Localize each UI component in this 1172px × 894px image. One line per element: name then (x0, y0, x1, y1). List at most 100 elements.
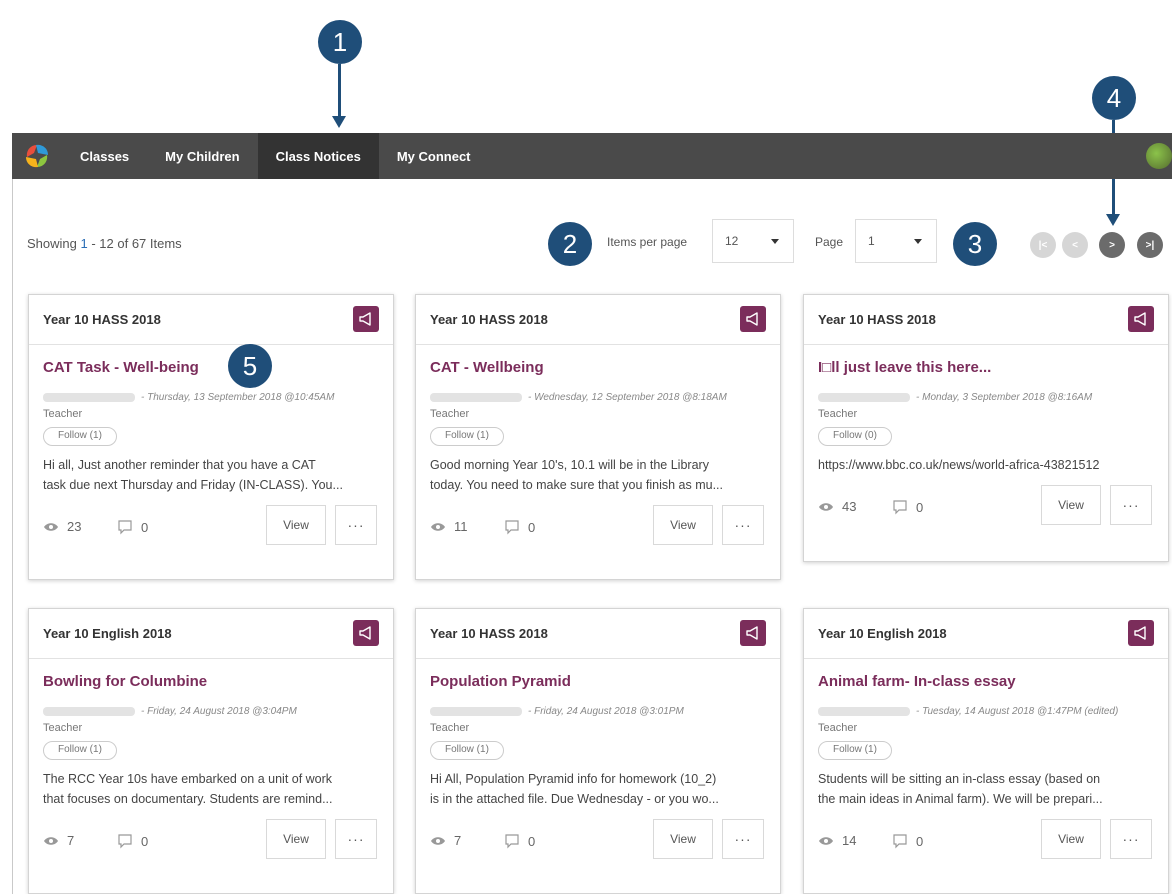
view-count-value: 7 (67, 833, 75, 848)
notice-excerpt: The RCC Year 10s have embarked on a unit… (43, 769, 379, 809)
card-footer: 23 0 View ··· (29, 495, 393, 555)
excerpt-line-2: today. You need to make sure that you fi… (430, 478, 724, 492)
author-name-redacted (818, 706, 910, 716)
card-class-name: Year 10 HASS 2018 (430, 626, 548, 641)
excerpt-line-1: Hi all, Just another reminder that you h… (43, 458, 316, 472)
card-body: I□ll just leave this here... - Monday, 3… (804, 345, 1168, 475)
notice-meta: - Tuesday, 14 August 2018 @1:47PM (edite… (818, 704, 1154, 718)
excerpt-line-1: https://www.bbc.co.uk/news/world-africa-… (818, 458, 1100, 472)
view-count: 43 (818, 499, 856, 514)
notice-title-link[interactable]: Population Pyramid (430, 673, 766, 695)
follow-button[interactable]: Follow (1) (818, 741, 892, 760)
notice-title-link[interactable]: CAT Task - Well-being (43, 359, 379, 381)
comment-count: 0 (117, 833, 148, 849)
eye-icon (431, 522, 445, 531)
nav-my-children[interactable]: My Children (147, 133, 257, 179)
comment-count-value: 0 (141, 519, 149, 535)
author-name-redacted (430, 706, 522, 716)
range-start: 1 (80, 236, 88, 251)
comment-count-value: 0 (916, 833, 924, 849)
notice-card: Year 10 HASS 2018 CAT Task - Well-being … (28, 294, 394, 580)
eye-icon (819, 836, 833, 845)
view-button[interactable]: View (653, 505, 713, 545)
chevron-down-icon (914, 239, 922, 244)
nav-my-connect[interactable]: My Connect (379, 133, 489, 179)
view-button[interactable]: View (1041, 819, 1101, 859)
notice-title-link[interactable]: I□ll just leave this here... (818, 359, 1154, 381)
author-role: Teacher (43, 408, 83, 420)
view-button[interactable]: View (653, 819, 713, 859)
page-label: Page (815, 235, 844, 249)
card-class-name: Year 10 English 2018 (818, 626, 947, 641)
view-button[interactable]: View (266, 819, 326, 859)
card-class-name: Year 10 English 2018 (43, 626, 172, 641)
range-end: 12 (99, 236, 114, 251)
notice-date: - Friday, 24 August 2018 @3:01PM (528, 705, 684, 717)
excerpt-line-1: The RCC Year 10s have embarked on a unit… (43, 772, 333, 786)
notice-meta: - Friday, 24 August 2018 @3:01PM (430, 704, 766, 718)
screen: 1 4 Classes My Children Class Notices My… (0, 0, 1172, 894)
next-page-button[interactable]: > (1099, 232, 1125, 258)
item-count-summary: Showing 1 - 12 of 67 Items (27, 236, 182, 251)
comment-icon (893, 834, 907, 849)
more-options-button[interactable]: ··· (722, 819, 764, 859)
notice-title-link[interactable]: CAT - Wellbeing (430, 359, 766, 381)
notice-title-link[interactable]: Bowling for Columbine (43, 673, 379, 695)
page-value: 1 (868, 234, 875, 248)
more-options-button[interactable]: ··· (335, 505, 377, 545)
follow-button[interactable]: Follow (1) (430, 741, 504, 760)
megaphone-icon (1128, 620, 1154, 646)
comment-count-value: 0 (528, 833, 536, 849)
author-role: Teacher (818, 408, 858, 420)
comment-icon (505, 520, 519, 535)
nav-class-notices[interactable]: Class Notices (257, 133, 379, 179)
excerpt-line-1: Hi All, Population Pyramid info for home… (430, 772, 717, 786)
eye-icon (819, 502, 833, 511)
more-options-button[interactable]: ··· (335, 819, 377, 859)
notice-date: - Friday, 24 August 2018 @3:04PM (141, 705, 297, 717)
view-button[interactable]: View (266, 505, 326, 545)
comment-icon (118, 520, 132, 535)
app-logo-icon[interactable] (12, 133, 62, 179)
card-footer: 11 0 View ··· (416, 495, 780, 555)
card-body: Bowling for Columbine - Friday, 24 Augus… (29, 659, 393, 809)
more-options-button[interactable]: ··· (722, 505, 764, 545)
more-options-button[interactable]: ··· (1110, 819, 1152, 859)
author-name-redacted (430, 392, 522, 402)
notice-title-link[interactable]: Animal farm- In-class essay (818, 673, 1154, 695)
notice-excerpt: Hi all, Just another reminder that you h… (43, 455, 379, 495)
first-page-button[interactable]: |< (1030, 232, 1056, 258)
more-options-button[interactable]: ··· (1110, 485, 1152, 525)
view-count-value: 43 (842, 499, 857, 514)
follow-button[interactable]: Follow (1) (430, 427, 504, 446)
megaphone-icon (353, 620, 379, 646)
nav-classes[interactable]: Classes (62, 133, 147, 179)
view-button[interactable]: View (1041, 485, 1101, 525)
comment-icon (505, 834, 519, 849)
user-avatar[interactable] (1146, 143, 1172, 169)
follow-button[interactable]: Follow (1) (43, 741, 117, 760)
follow-button[interactable]: Follow (0) (818, 427, 892, 446)
notice-meta: - Friday, 24 August 2018 @3:04PM (43, 704, 379, 718)
page-select[interactable]: 1 (855, 219, 937, 263)
notice-card: Year 10 HASS 2018 Population Pyramid - F… (415, 608, 781, 894)
comment-count: 0 (504, 833, 535, 849)
notice-date: - Tuesday, 14 August 2018 @1:47PM (edite… (916, 705, 1119, 717)
items-per-page-label: Items per page (607, 235, 688, 249)
last-page-button[interactable]: >| (1137, 232, 1163, 258)
items-per-page-select[interactable]: 12 (712, 219, 794, 263)
view-count: 23 (43, 519, 81, 534)
author-name-redacted (43, 392, 135, 402)
comment-count-value: 0 (916, 499, 924, 515)
follow-button[interactable]: Follow (1) (43, 427, 117, 446)
card-footer: 7 0 View ··· (29, 809, 393, 869)
megaphone-icon (1128, 306, 1154, 332)
eye-icon (431, 836, 445, 845)
view-count-value: 11 (454, 519, 468, 534)
eye-icon (44, 836, 58, 845)
card-footer: 14 0 View ··· (804, 809, 1168, 869)
comment-count: 0 (504, 519, 535, 535)
prev-page-button[interactable]: < (1062, 232, 1088, 258)
view-count-value: 23 (67, 519, 82, 534)
card-body: Animal farm- In-class essay - Tuesday, 1… (804, 659, 1168, 809)
